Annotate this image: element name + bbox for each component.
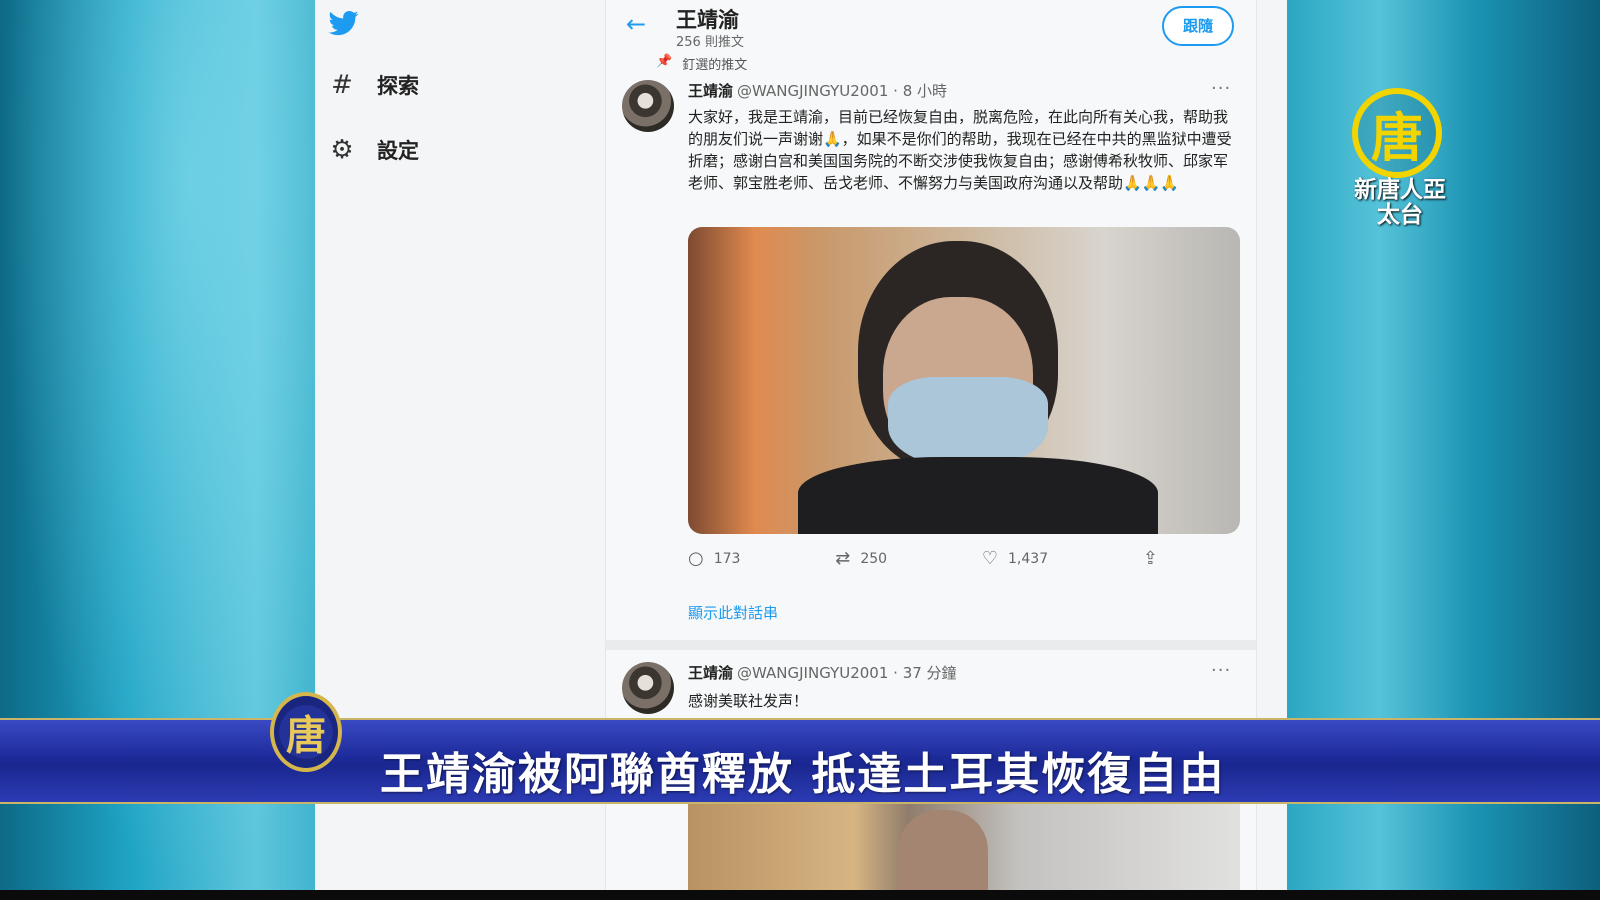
follow-button[interactable]: 跟隨 bbox=[1162, 6, 1234, 46]
reply-icon: ○ bbox=[688, 548, 704, 569]
pin-icon: 📌 bbox=[656, 54, 673, 69]
more-options-icon[interactable]: ··· bbox=[1211, 78, 1231, 99]
pinned-label: 釘選的推文 bbox=[682, 58, 748, 73]
tweet-photo[interactable] bbox=[688, 227, 1240, 534]
tweet-author: 王靖渝 @WANGJINGYU2001 · 37 分鐘 bbox=[688, 662, 957, 683]
tweet-author: 王靖渝 @WANGJINGYU2001 · 8 小時 bbox=[688, 80, 947, 101]
channel-logo-icon: 唐 bbox=[1352, 88, 1442, 178]
like-button[interactable]: ♡ 1,437 bbox=[982, 548, 1048, 569]
profile-name: 王靖渝 bbox=[676, 8, 739, 32]
sidebar-item-explore[interactable]: # 探索 bbox=[329, 70, 419, 100]
tweet-text: 大家好，我是王靖渝，目前已经恢复自由，脱离危险，在此向所有关心我，帮助我的朋友们… bbox=[688, 108, 1232, 192]
reply-count: 173 bbox=[713, 550, 741, 567]
show-thread-link[interactable]: 顯示此對話串 bbox=[688, 602, 778, 623]
author-name: 王靖渝 bbox=[688, 82, 734, 100]
share-button[interactable]: ⇪ bbox=[1143, 548, 1158, 569]
bottom-bar bbox=[0, 890, 1600, 900]
tweet-count: 256 則推文 bbox=[676, 35, 744, 50]
hashtag-icon: # bbox=[331, 70, 353, 100]
photo-body bbox=[798, 457, 1158, 534]
tweet-actions: ○ 173 ⇄ 250 ♡ 1,437 ⇪ bbox=[688, 548, 1158, 569]
retweet-button[interactable]: ⇄ 250 bbox=[835, 548, 887, 569]
tweet-photo[interactable] bbox=[688, 800, 1240, 900]
sidebar-item-label: 探索 bbox=[377, 74, 419, 98]
author-handle: @WANGJINGYU2001 · 37 分鐘 bbox=[737, 664, 957, 682]
author-name: 王靖渝 bbox=[688, 664, 734, 682]
photo-face bbox=[898, 810, 988, 900]
back-arrow-icon[interactable]: ← bbox=[626, 10, 646, 38]
more-options-icon[interactable]: ··· bbox=[1211, 660, 1231, 681]
tweet-text: 感谢美联社发声！ bbox=[688, 692, 809, 710]
avatar[interactable] bbox=[622, 662, 674, 714]
twitter-bird-icon[interactable] bbox=[327, 8, 361, 38]
reply-button[interactable]: ○ 173 bbox=[688, 548, 740, 569]
news-headline: 王靖渝被阿聯酋釋放 抵達土耳其恢復自由 bbox=[380, 749, 1226, 800]
banner-logo-icon: 唐 bbox=[270, 692, 342, 772]
avatar[interactable] bbox=[622, 80, 674, 132]
sidebar-item-label: 設定 bbox=[377, 139, 419, 163]
author-handle: @WANGJINGYU2001 · 8 小時 bbox=[737, 82, 948, 100]
sidebar-item-settings[interactable]: ⚙ 設定 bbox=[329, 135, 419, 165]
photo-mask bbox=[888, 377, 1048, 467]
tweet-divider bbox=[606, 640, 1256, 650]
heart-icon: ♡ bbox=[981, 548, 999, 569]
gear-icon: ⚙ bbox=[330, 135, 354, 165]
retweet-icon: ⇄ bbox=[835, 548, 851, 569]
pinned-indicator: 📌 釘選的推文 bbox=[656, 54, 747, 73]
channel-name: 新唐人亞太台 bbox=[1354, 177, 1446, 228]
like-count: 1,437 bbox=[1008, 550, 1049, 567]
retweet-count: 250 bbox=[860, 550, 888, 567]
share-icon: ⇪ bbox=[1142, 548, 1158, 569]
